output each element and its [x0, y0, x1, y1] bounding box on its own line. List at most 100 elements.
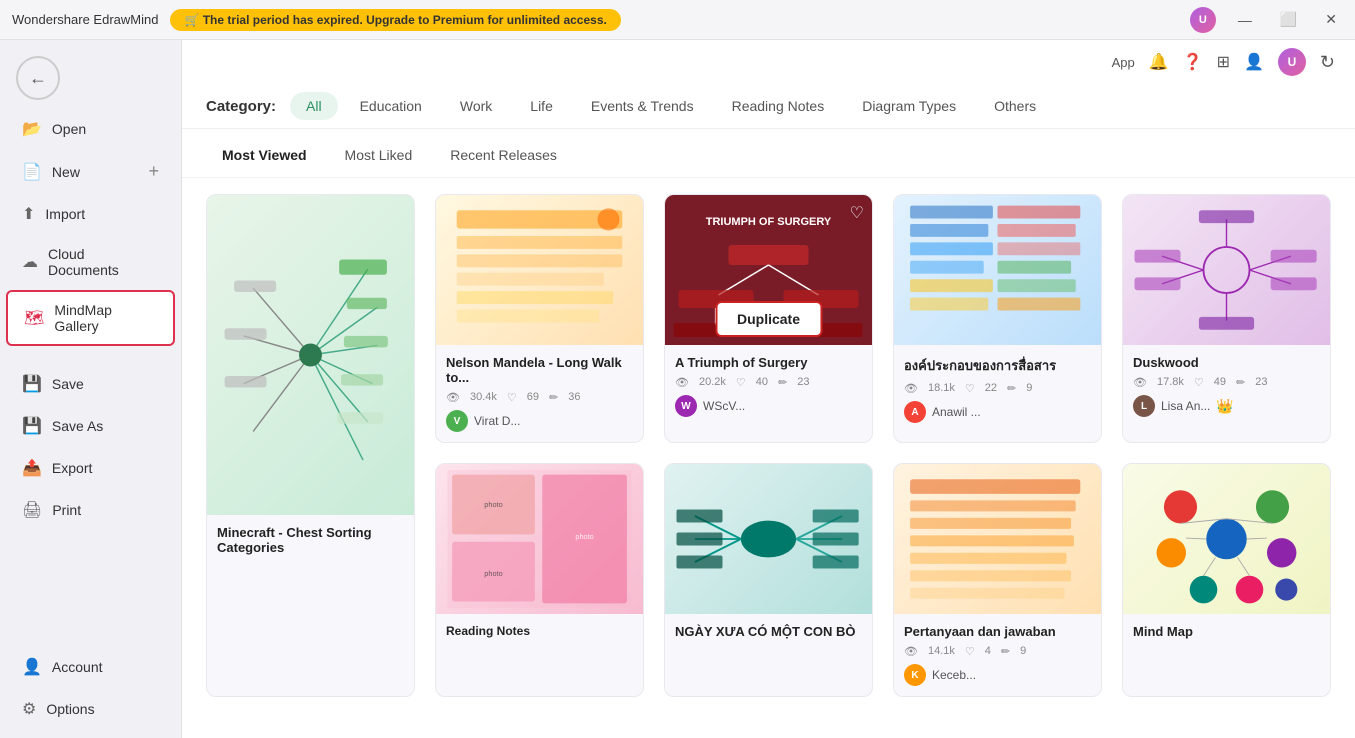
sidebar-item-gallery[interactable]: 🗺 MindMap Gallery	[6, 290, 175, 346]
sidebar-item-import[interactable]: ⬆ Import	[6, 194, 175, 234]
export-icon: 📤	[22, 458, 42, 478]
svg-text:photo: photo	[575, 532, 593, 541]
gallery-card-surgery[interactable]: TRIUMPH OF SURGERY ♡	[664, 194, 873, 443]
cat-btn-life[interactable]: Life	[514, 92, 569, 120]
close-button[interactable]: ✕	[1319, 9, 1343, 30]
sidebar-item-account[interactable]: 👤 Account	[6, 647, 175, 687]
app-button[interactable]: App	[1112, 55, 1135, 70]
author-avatar-thai: A	[904, 401, 926, 423]
upgrade-banner[interactable]: 🛒 The trial period has expired. Upgrade …	[170, 9, 620, 31]
cloud-icon: ☁	[22, 252, 38, 272]
profile-avatar[interactable]: U	[1278, 48, 1306, 76]
edits-count: 36	[568, 391, 580, 404]
help-icon[interactable]: ❓	[1183, 52, 1203, 72]
gallery-card-duskwood[interactable]: Duskwood 👁 17.8k ♡ 49 ✏ 23 L Lisa An...	[1122, 194, 1331, 443]
card-pertanyaan-title: Pertanyaan dan jawaban	[904, 624, 1091, 639]
sidebar-item-new[interactable]: 📄 New +	[6, 151, 175, 192]
user-avatar[interactable]: U	[1190, 7, 1216, 33]
card-book-title: Reading Notes	[446, 624, 633, 638]
card-duskwood-title: Duskwood	[1133, 355, 1320, 370]
sidebar-item-saveas[interactable]: 💾 Save As	[6, 406, 175, 446]
filter-most-viewed[interactable]: Most Viewed	[206, 141, 323, 169]
save-icon: 💾	[22, 374, 42, 394]
edits-icon: ✏	[549, 391, 558, 404]
gallery-card-nelson[interactable]: Nelson Mandela - Long Walk to... 👁 30.4k…	[435, 194, 644, 443]
save-label: Save	[52, 376, 84, 392]
card-pertanyaan-author: K Keceb...	[904, 664, 1091, 686]
sidebar-item-cloud[interactable]: ☁ Cloud Documents	[6, 236, 175, 288]
options-icon: ⚙	[22, 699, 36, 719]
card-duskwood-stats: 👁 17.8k ♡ 49 ✏ 23	[1133, 376, 1320, 389]
filter-bar: Most Viewed Most Liked Recent Releases	[182, 129, 1355, 178]
gallery-label: MindMap Gallery	[54, 302, 157, 334]
cat-btn-others[interactable]: Others	[978, 92, 1052, 120]
back-button[interactable]: ←	[16, 56, 60, 100]
category-label: Category:	[206, 98, 276, 115]
main-layout: ← 📂 Open 📄 New + ⬆ Import ☁ Cloud Docume…	[0, 40, 1355, 738]
cat-btn-all[interactable]: All	[290, 92, 338, 120]
account-icon: 👤	[22, 657, 42, 677]
svg-text:photo: photo	[484, 500, 502, 509]
gallery-card-ngay[interactable]: NGÀY XƯA CÓ MỘT CON BÒ	[664, 463, 873, 697]
print-label: Print	[52, 502, 81, 518]
card-surgery-title: A Triumph of Surgery	[675, 355, 862, 370]
gallery-scroll: Minecraft - Chest Sorting Categories	[182, 178, 1355, 738]
crown-icon: 👑	[1216, 398, 1233, 415]
cloud-label: Cloud Documents	[48, 246, 159, 278]
import-icon: ⬆	[22, 204, 35, 224]
duplicate-overlay[interactable]: Duplicate	[715, 301, 822, 337]
content-area: App 🔔 ❓ ⊞ 👤 U ↻ Category: All Education …	[182, 40, 1355, 738]
views-icon: 👁	[446, 391, 460, 404]
minimize-button[interactable]: —	[1232, 10, 1258, 30]
sidebar-item-print[interactable]: 🖨 Print	[6, 490, 175, 530]
gallery-card-book[interactable]: photo photo photo Reading Notes	[435, 463, 644, 697]
gallery-card-pertanyaan[interactable]: Pertanyaan dan jawaban 👁 14.1k ♡ 4 ✏ 9 K…	[893, 463, 1102, 697]
card-duskwood-author: L Lisa An... 👑	[1133, 395, 1320, 417]
export-label: Export	[52, 460, 92, 476]
saveas-icon: 💾	[22, 416, 42, 436]
gallery-card-thai[interactable]: องค์ประกอบของการสื่อสาร 👁 18.1k ♡ 22 ✏ 9…	[893, 194, 1102, 443]
cat-btn-events[interactable]: Events & Trends	[575, 92, 710, 120]
open-icon: 📂	[22, 119, 42, 139]
card-thai-title: องค์ประกอบของการสื่อสาร	[904, 355, 1091, 376]
sidebar-item-save[interactable]: 💾 Save	[6, 364, 175, 404]
maximize-button[interactable]: ⬜	[1274, 9, 1303, 30]
card-nelson-title: Nelson Mandela - Long Walk to...	[446, 355, 633, 385]
sidebar-item-options[interactable]: ⚙ Options	[6, 689, 175, 729]
saveas-label: Save As	[52, 418, 103, 434]
category-bar: Category: All Education Work Life Events…	[182, 76, 1355, 129]
heart-button-surgery[interactable]: ♡	[850, 203, 864, 223]
card-nelson-stats: 👁 30.4k ♡ 69 ✏ 36	[446, 391, 633, 404]
filter-most-liked[interactable]: Most Liked	[329, 141, 429, 169]
cat-btn-education[interactable]: Education	[344, 92, 438, 120]
likes-count: 69	[527, 391, 539, 404]
bell-icon[interactable]: 🔔	[1149, 52, 1169, 72]
cat-btn-diagram[interactable]: Diagram Types	[846, 92, 972, 120]
app-title: Wondershare EdrawMind	[12, 12, 158, 27]
new-plus-icon: +	[148, 161, 159, 182]
author-avatar-nelson: V	[446, 410, 468, 432]
apps-grid-icon[interactable]: ⊞	[1217, 52, 1230, 72]
refresh-icon[interactable]: ↻	[1320, 52, 1335, 73]
card-thai-author: A Anawil ...	[904, 401, 1091, 423]
cat-btn-reading[interactable]: Reading Notes	[716, 92, 841, 120]
author-avatar-pertanyaan: K	[904, 664, 926, 686]
gallery-card-minecraft[interactable]: Minecraft - Chest Sorting Categories	[206, 194, 415, 697]
new-label: New	[52, 164, 80, 180]
user-menu-icon[interactable]: 👤	[1244, 52, 1264, 72]
filter-recent[interactable]: Recent Releases	[434, 141, 573, 169]
card-surgery-author: W WScV...	[675, 395, 862, 417]
sidebar-item-export[interactable]: 📤 Export	[6, 448, 175, 488]
options-label: Options	[46, 701, 94, 717]
cat-btn-work[interactable]: Work	[444, 92, 508, 120]
card-circles-title: Mind Map	[1133, 624, 1320, 639]
gallery-grid: Minecraft - Chest Sorting Categories	[206, 194, 1331, 697]
card-surgery-stats: 👁 20.2k ♡ 40 ✏ 23	[675, 376, 862, 389]
card-minecraft-title: Minecraft - Chest Sorting Categories	[217, 525, 404, 555]
upgrade-text: 🛒 The trial period has expired. Upgrade …	[184, 13, 606, 27]
sidebar-item-open[interactable]: 📂 Open	[6, 109, 175, 149]
gallery-card-circles[interactable]: Mind Map	[1122, 463, 1331, 697]
author-avatar-duskwood: L	[1133, 395, 1155, 417]
window-controls: U — ⬜ ✕	[1190, 7, 1343, 33]
new-icon: 📄	[22, 162, 42, 182]
